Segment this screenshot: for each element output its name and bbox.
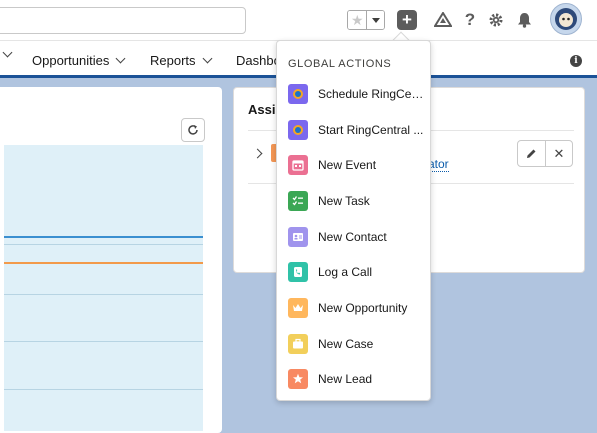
contact-icon <box>288 226 308 247</box>
menu-item-new-opportunity[interactable]: New Opportunity <box>277 290 430 326</box>
nav-item-opportunities[interactable]: Opportunities <box>32 53 126 68</box>
chevron-down-icon[interactable] <box>202 53 212 64</box>
menu-item-label: Schedule RingCen... <box>318 86 426 101</box>
nav-prev-dropdown[interactable] <box>2 47 13 58</box>
card-action-group: ✕ <box>517 140 573 167</box>
lead-star-icon <box>288 369 308 390</box>
record-link[interactable]: ator <box>428 157 449 172</box>
favorites-group: ★ <box>347 10 385 30</box>
global-actions-button[interactable]: + <box>397 10 417 30</box>
menu-item-start-ringcentral[interactable]: Start RingCentral ... <box>277 112 430 148</box>
bell-icon <box>517 13 531 28</box>
help-icon: ? <box>464 10 476 29</box>
menu-item-label: Start RingCentral ... <box>318 122 424 137</box>
menu-item-new-lead[interactable]: New Lead <box>277 362 430 398</box>
phone-icon <box>288 262 308 283</box>
nav-item-label: Opportunities <box>32 53 110 68</box>
nav-item-dashboards[interactable]: Dashbo <box>236 53 281 68</box>
global-actions-list: Schedule RingCen... Start RingCentral ..… <box>277 76 430 397</box>
expand-chevron-icon[interactable] <box>252 148 263 159</box>
card-title: Assi <box>248 102 276 117</box>
chart-gridline <box>4 294 203 295</box>
search-input[interactable] <box>0 7 246 34</box>
menu-item-log-a-call[interactable]: Log a Call <box>277 254 430 290</box>
nav-item-label: Dashbo <box>236 53 281 68</box>
nav-item-label: Reports <box>150 53 196 68</box>
chevron-down-icon <box>2 47 13 58</box>
menu-heading: GLOBAL ACTIONS <box>288 58 392 70</box>
chart-gridline <box>4 341 203 342</box>
setup-button[interactable] <box>485 9 507 31</box>
star-icon: ★ <box>350 11 364 28</box>
notifications-button[interactable] <box>513 9 535 31</box>
global-header: ★ + ? <box>0 0 597 40</box>
caret-down-icon <box>371 17 380 23</box>
menu-item-schedule-ringcentral[interactable]: Schedule RingCen... <box>277 76 430 112</box>
close-icon: ✕ <box>553 145 565 161</box>
chevron-down-icon[interactable] <box>115 53 126 64</box>
refresh-button[interactable] <box>181 118 205 142</box>
menu-item-label: Log a Call <box>318 265 373 280</box>
info-icon[interactable]: i <box>570 55 582 67</box>
menu-item-label: New Lead <box>318 372 373 387</box>
menu-item-new-event[interactable]: New Event <box>277 147 430 183</box>
menu-item-new-case[interactable]: New Case <box>277 326 430 362</box>
chart-gridline <box>4 244 203 245</box>
menu-item-label: New Task <box>318 193 370 208</box>
menu-item-label: New Opportunity <box>318 300 408 315</box>
menu-item-new-contact[interactable]: New Contact <box>277 219 430 255</box>
plus-icon: + <box>402 10 412 29</box>
edit-button[interactable] <box>518 141 545 166</box>
nav-item-reports[interactable]: Reports <box>150 53 212 68</box>
refresh-icon <box>188 125 198 135</box>
calendar-icon <box>288 155 308 176</box>
briefcase-icon <box>288 333 308 354</box>
dismiss-button[interactable]: ✕ <box>544 141 572 166</box>
menu-item-label: New Event <box>318 158 377 173</box>
favorites-dropdown-button[interactable] <box>367 11 384 29</box>
menu-item-label: New Contact <box>318 229 387 244</box>
global-actions-menu: GLOBAL ACTIONS Schedule RingCen... Start… <box>276 40 431 401</box>
chart-gridline <box>4 389 203 390</box>
astro-avatar-icon <box>555 8 577 30</box>
chart-series-line-orange <box>4 262 203 264</box>
trailhead-icon <box>434 12 452 27</box>
user-avatar[interactable] <box>550 3 582 35</box>
ringcentral-icon <box>288 83 308 104</box>
ringcentral-icon <box>288 119 308 140</box>
favorites-star-button[interactable]: ★ <box>348 11 368 29</box>
gear-icon <box>489 13 503 27</box>
menu-item-new-task[interactable]: New Task <box>277 183 430 219</box>
help-button[interactable]: ? <box>459 9 481 31</box>
chart-series-line-blue <box>4 236 203 238</box>
task-icon <box>288 190 308 211</box>
pencil-icon <box>527 149 536 158</box>
menu-item-label: New Case <box>318 336 374 351</box>
trailhead-button[interactable] <box>432 9 454 31</box>
crown-icon <box>288 297 308 318</box>
